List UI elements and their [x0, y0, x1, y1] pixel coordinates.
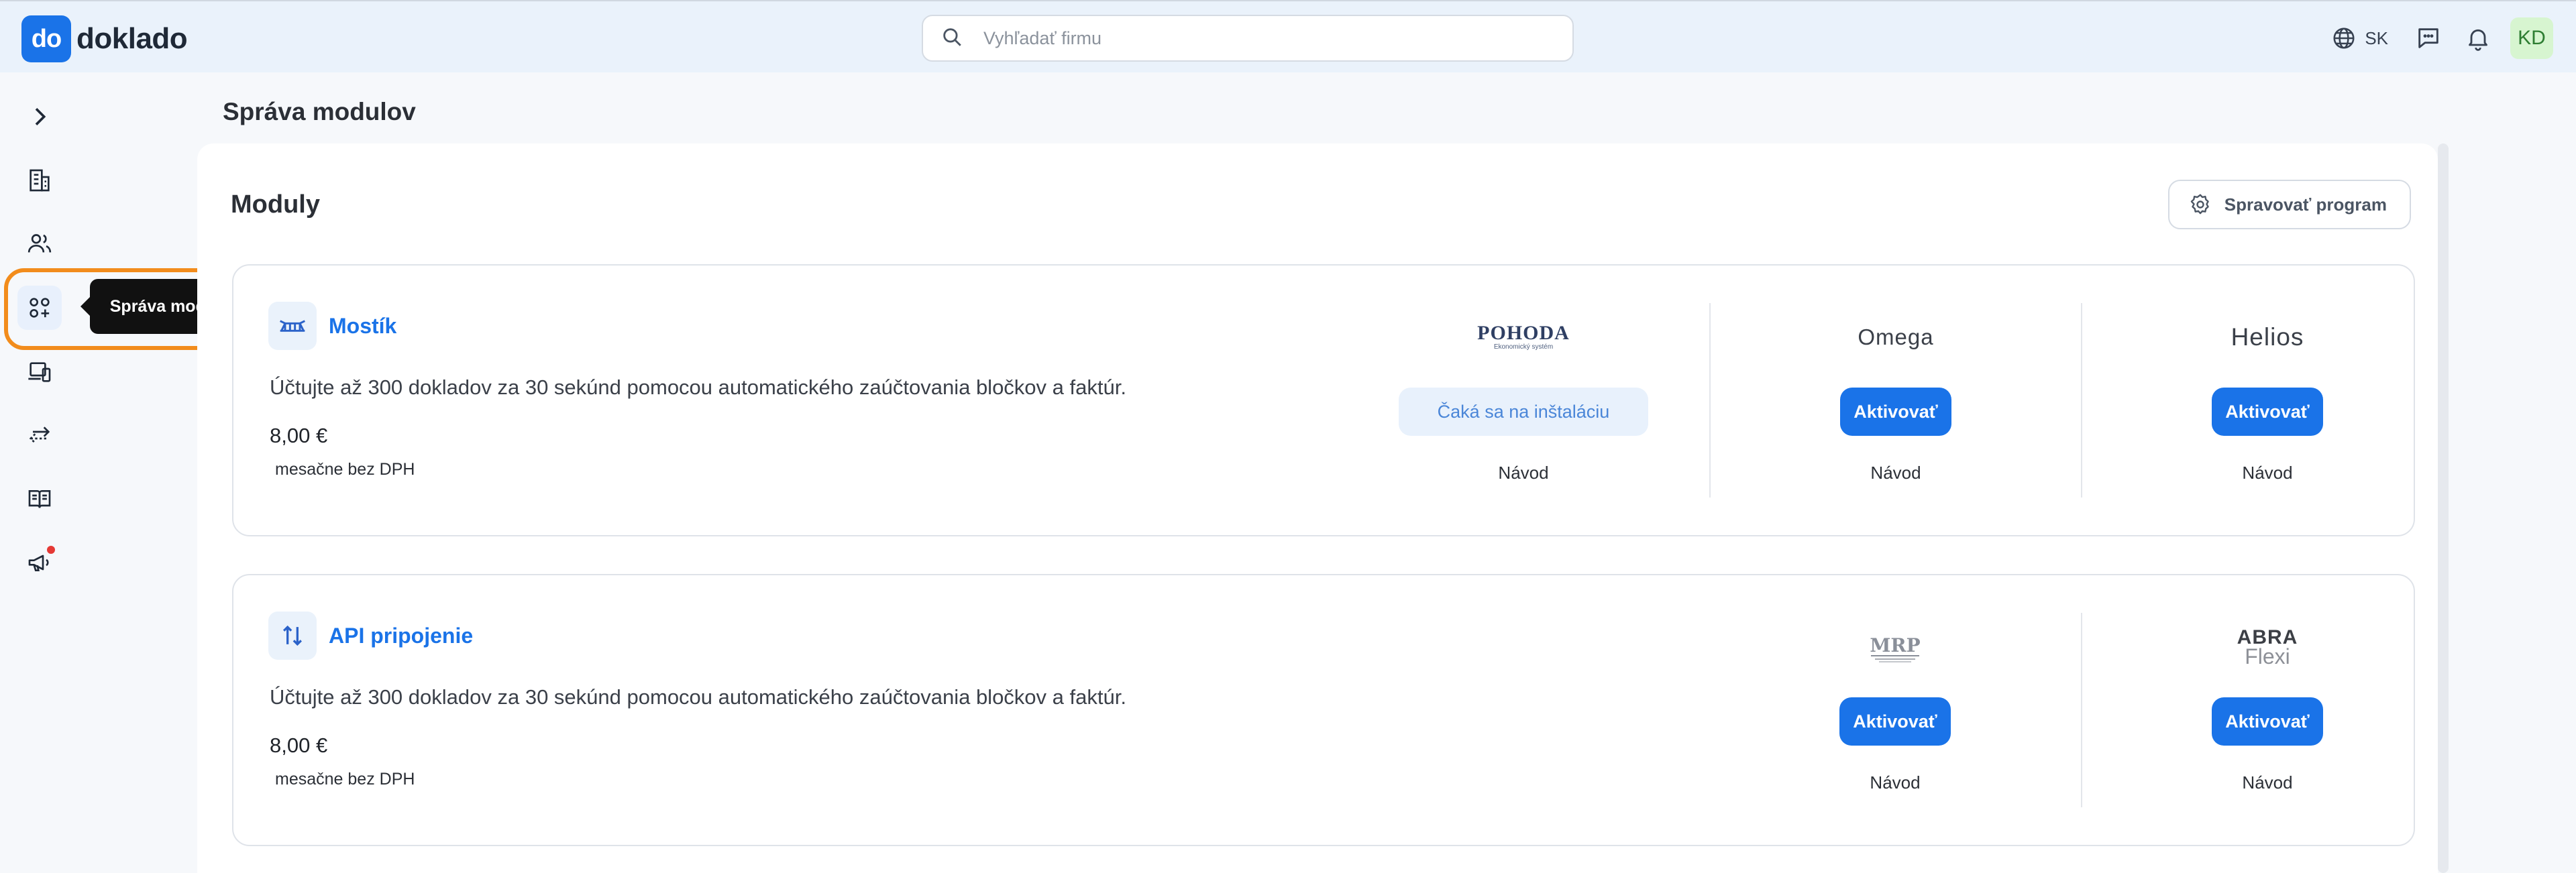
language-label: SK	[2365, 27, 2388, 48]
modules-panel: Moduly Spravovať program Mostík Účtujte …	[197, 143, 2438, 873]
omega-logo: Omega	[1711, 321, 2081, 354]
pohoda-logo: POHODA Ekonomický systém	[1338, 321, 1709, 354]
module-header: API pripojenie	[268, 612, 473, 660]
sidebar-expand-button[interactable]	[17, 95, 62, 139]
top-bar: do doklado SK KD	[0, 0, 2576, 72]
api-sort-icon	[268, 612, 317, 660]
module-price-period: mesačne bez DPH	[275, 770, 415, 789]
pohoda-logo-subtext: Ekonomický systém	[1493, 343, 1554, 351]
logo-badge: do	[21, 15, 71, 62]
modules-icon	[30, 298, 50, 318]
module-price: 8,00 €	[270, 734, 328, 757]
main-scrollbar[interactable]	[2438, 143, 2449, 873]
sidebar-item-modules[interactable]	[17, 286, 62, 330]
users-icon	[28, 234, 52, 253]
module-description: Účtujte až 300 dokladov za 30 sekúnd pom…	[270, 375, 1126, 399]
book-icon	[28, 490, 51, 508]
gear-icon	[2190, 194, 2209, 215]
manage-program-button[interactable]: Spravovať program	[2167, 180, 2411, 229]
sidebar-item-users[interactable]	[17, 221, 62, 266]
bell-icon[interactable]	[2465, 25, 2491, 52]
bridge-icon	[268, 302, 317, 350]
sidebar-item-guides[interactable]	[17, 477, 62, 521]
integration-mrp: MRP Aktivovať Návod	[1709, 613, 2081, 807]
module-price: 8,00 €	[270, 424, 328, 447]
mrp-logo: MRP	[1709, 630, 2081, 664]
awaiting-install-button[interactable]: Čaká sa na inštaláciu	[1399, 388, 1648, 436]
sidebar-item-devices[interactable]	[17, 350, 62, 394]
module-header: Mostík	[268, 302, 396, 350]
flexi-logo-text: Flexi	[2245, 644, 2290, 668]
notification-badge	[47, 546, 55, 554]
integration-abra-flexi: ABRA Flexi Aktivovať Návod	[2081, 613, 2453, 807]
search-icon	[941, 25, 963, 52]
globe-icon	[2333, 27, 2355, 49]
mrp-logo-text: MRP	[1870, 634, 1920, 656]
devices-icon	[28, 362, 51, 382]
page-title: Správa modulov	[223, 98, 416, 125]
sidebar-item-news[interactable]	[17, 540, 62, 585]
omega-logo-text: Omega	[1858, 325, 1934, 349]
chevron-right-icon	[35, 108, 46, 125]
sidebar	[0, 72, 79, 873]
guide-link[interactable]: Návod	[1338, 463, 1709, 483]
guide-link[interactable]: Návod	[2082, 463, 2453, 483]
manage-program-label: Spravovať program	[2224, 194, 2387, 215]
module-price-period: mesačne bez DPH	[275, 460, 415, 479]
activate-button[interactable]: Aktivovať	[2212, 697, 2323, 746]
module-name[interactable]: Mostík	[329, 314, 396, 339]
app-logo[interactable]: do doklado	[21, 15, 188, 62]
building-icon	[30, 169, 50, 192]
search-input[interactable]	[983, 27, 1534, 49]
guide-link[interactable]: Návod	[1711, 463, 2081, 483]
guide-link[interactable]: Návod	[1709, 772, 2081, 793]
logo-text: doklado	[76, 22, 188, 55]
activate-button[interactable]: Aktivovať	[1839, 697, 1951, 746]
module-card-mostik: Mostík Účtujte až 300 dokladov za 30 sek…	[232, 264, 2415, 536]
helios-logo: Helios	[2082, 321, 2453, 354]
helios-logo-text: Helios	[2231, 323, 2304, 351]
pohoda-logo-text: POHODA	[1477, 322, 1570, 344]
sidebar-item-transfers[interactable]	[17, 413, 62, 457]
guide-link[interactable]: Návod	[2082, 772, 2453, 793]
activate-button[interactable]: Aktivovať	[1840, 388, 1951, 436]
chat-icon[interactable]	[2415, 25, 2442, 52]
module-name[interactable]: API pripojenie	[329, 624, 473, 648]
company-search	[922, 15, 1574, 62]
header-actions: SK KD	[2331, 17, 2553, 59]
activate-button[interactable]: Aktivovať	[2212, 388, 2323, 436]
language-switcher[interactable]: SK	[2331, 25, 2388, 51]
integration-helios: Helios Aktivovať Návod	[2081, 303, 2453, 498]
integration-omega: Omega Aktivovať Návod	[1709, 303, 2081, 498]
module-card-api: API pripojenie Účtujte až 300 dokladov z…	[232, 574, 2415, 846]
module-description: Účtujte až 300 dokladov za 30 sekúnd pom…	[270, 685, 1126, 709]
panel-title: Moduly	[231, 190, 320, 219]
integration-pohoda: POHODA Ekonomický systém Čaká sa na inšt…	[1338, 303, 1709, 498]
user-avatar[interactable]: KD	[2510, 17, 2553, 59]
sidebar-item-companies[interactable]	[17, 158, 62, 202]
transfer-icon	[29, 426, 50, 444]
abra-flexi-logo: ABRA Flexi	[2082, 628, 2453, 668]
